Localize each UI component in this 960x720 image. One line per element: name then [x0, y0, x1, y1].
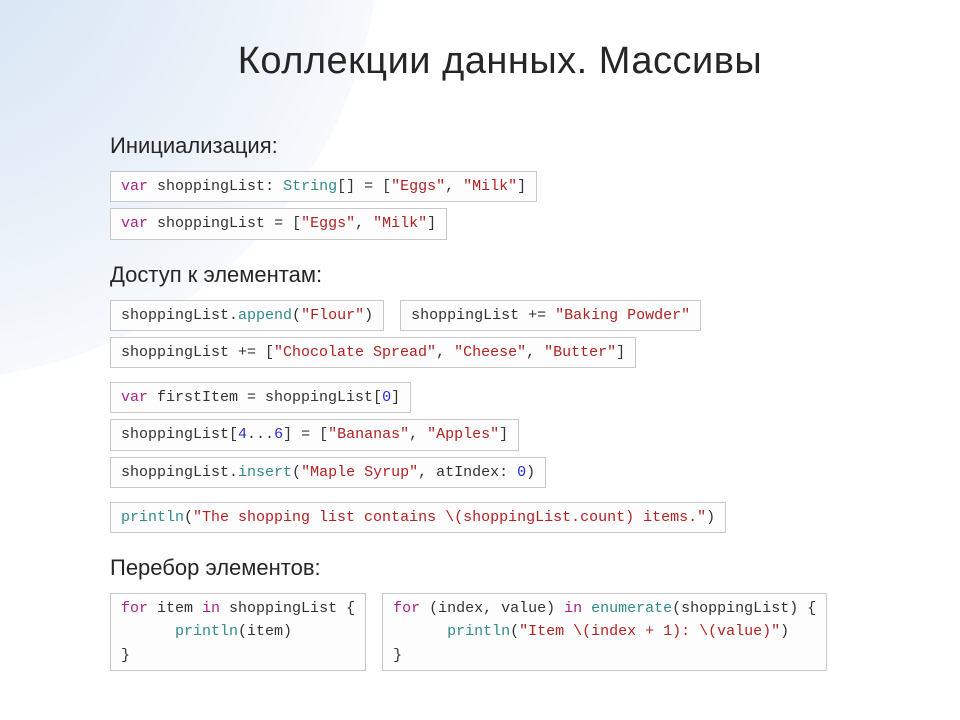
code-range-replace: shoppingList[4...6] = ["Bananas", "Apple… — [110, 419, 519, 450]
code-row-access-4: shoppingList[4...6] = ["Bananas", "Apple… — [110, 419, 890, 450]
code-for-enumerate: for (index, value) in enumerate(shopping… — [382, 593, 827, 671]
code-init-typed: var shoppingList: String[] = ["Eggs", "M… — [110, 171, 537, 202]
code-println-count: println("The shopping list contains \(sh… — [110, 502, 726, 533]
code-row-access-2: shoppingList += ["Chocolate Spread", "Ch… — [110, 337, 890, 368]
code-append: shoppingList.append("Flour") — [110, 300, 384, 331]
slide-title: Коллекции данных. Массивы — [110, 40, 890, 83]
code-row-init-2: var shoppingList = ["Eggs", "Milk"] — [110, 208, 890, 239]
code-insert: shoppingList.insert("Maple Syrup", atInd… — [110, 457, 546, 488]
section-access: Доступ к элементам: — [110, 262, 890, 288]
code-init-inferred: var shoppingList = ["Eggs", "Milk"] — [110, 208, 447, 239]
slide: Коллекции данных. Массивы Инициализация:… — [0, 0, 960, 720]
code-row-init-1: var shoppingList: String[] = ["Eggs", "M… — [110, 171, 890, 202]
code-first-item: var firstItem = shoppingList[0] — [110, 382, 411, 413]
code-for-simple: for item in shoppingList { println(item)… — [110, 593, 366, 671]
section-init: Инициализация: — [110, 133, 890, 159]
code-plus-array: shoppingList += ["Chocolate Spread", "Ch… — [110, 337, 636, 368]
code-plus-single: shoppingList += "Baking Powder" — [400, 300, 701, 331]
section-iterate: Перебор элементов: — [110, 555, 890, 581]
code-row-access-1: shoppingList.append("Flour") shoppingLis… — [110, 300, 890, 331]
code-row-iterate: for item in shoppingList { println(item)… — [110, 593, 890, 671]
code-row-access-6: println("The shopping list contains \(sh… — [110, 502, 890, 533]
code-row-access-3: var firstItem = shoppingList[0] — [110, 382, 890, 413]
code-row-access-5: shoppingList.insert("Maple Syrup", atInd… — [110, 457, 890, 488]
